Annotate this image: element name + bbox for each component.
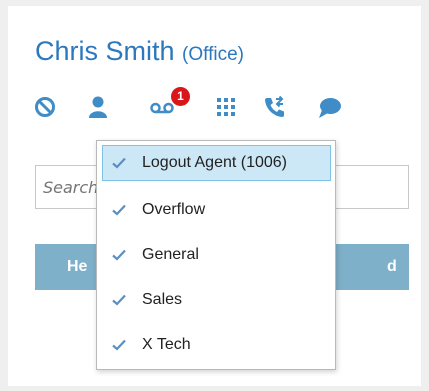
menu-item-label: General <box>142 246 199 263</box>
voicemail-count-badge: 1 <box>171 87 190 106</box>
chat-icon[interactable] <box>318 97 342 119</box>
agent-icon[interactable] <box>88 95 108 119</box>
menu-item-label: X Tech <box>142 336 191 353</box>
checkmark-icon <box>112 157 126 169</box>
menu-item-label: Sales <box>142 291 183 308</box>
menu-item-overflow[interactable]: Overflow <box>102 192 331 228</box>
transfer-call-icon[interactable] <box>263 95 287 119</box>
agent-queue-dropdown: Logout Agent (1006) Overflow General Sal… <box>96 140 336 370</box>
dialpad-icon[interactable] <box>217 98 235 116</box>
contact-location: (Office) <box>182 44 244 65</box>
checkmark-icon <box>112 294 126 306</box>
contact-name: Chris Smith (Office) <box>35 38 244 65</box>
action-bar-left-label: He <box>67 258 88 275</box>
checkmark-icon <box>112 204 126 216</box>
block-icon[interactable] <box>34 96 56 118</box>
menu-item-label: Overflow <box>142 201 206 218</box>
checkmark-icon <box>112 249 126 261</box>
menu-item-general[interactable]: General <box>102 237 331 273</box>
action-bar-right-label: d <box>387 258 397 275</box>
menu-item-logout-agent[interactable]: Logout Agent (1006) <box>102 145 331 181</box>
checkmark-icon <box>112 339 126 351</box>
voicemail-icon[interactable] <box>150 101 174 115</box>
menu-item-sales[interactable]: Sales <box>102 282 331 318</box>
contact-name-text: Chris Smith <box>35 36 175 66</box>
menu-item-x-tech[interactable]: X Tech <box>102 327 331 363</box>
menu-item-label: Logout Agent (1006) <box>142 154 288 171</box>
